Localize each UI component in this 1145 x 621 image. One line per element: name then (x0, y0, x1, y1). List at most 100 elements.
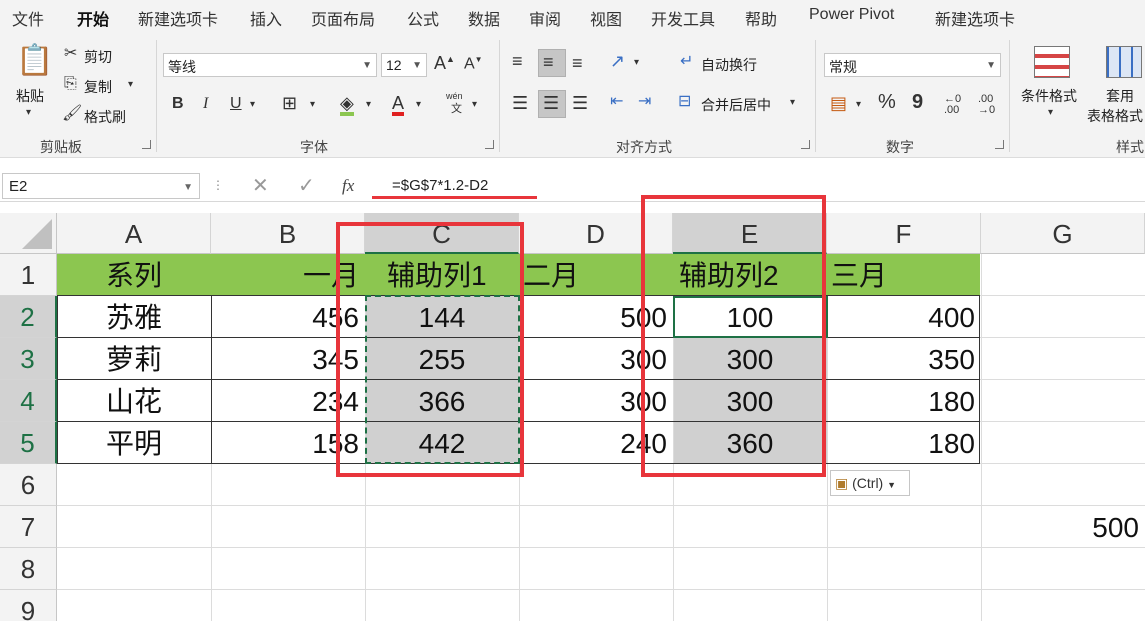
borders-icon[interactable]: ⊞ (282, 94, 297, 112)
dialog-launcher-icon[interactable] (485, 140, 494, 149)
cell-f3[interactable]: 350 (827, 338, 981, 380)
chevron-down-icon[interactable]: ▾ (416, 100, 421, 110)
font-color-icon[interactable]: A (392, 94, 405, 116)
wrap-text-icon[interactable]: ↵ (680, 54, 693, 70)
col-header-g[interactable]: G (981, 213, 1145, 254)
align-top-icon[interactable]: ≡ (512, 52, 523, 70)
table-format-label-1[interactable]: 套用 (1106, 86, 1134, 106)
select-all-button[interactable] (0, 213, 57, 254)
align-right-icon[interactable]: ☰ (572, 94, 588, 112)
increase-decimal-button[interactable]: ←0 .00 (944, 94, 966, 116)
chevron-down-icon[interactable]: ▾ (1048, 108, 1053, 118)
merge-center-icon[interactable]: ⊟ (678, 94, 691, 110)
increase-indent-icon[interactable]: ⇥ (638, 94, 651, 110)
accounting-format-icon[interactable]: ▤ (830, 94, 847, 112)
tab-power-pivot[interactable]: Power Pivot (809, 6, 894, 24)
cell-a2[interactable]: 苏雅 (57, 296, 211, 338)
chevron-down-icon[interactable]: ▾ (366, 100, 371, 110)
bold-button[interactable]: B (172, 96, 184, 112)
row-header-4[interactable]: 4 (0, 380, 57, 422)
row-header-2[interactable]: 2 (0, 296, 57, 338)
tab-file[interactable]: 文件 (12, 6, 44, 30)
row-header-3[interactable]: 3 (0, 338, 57, 380)
decrease-font-icon[interactable]: A▼ (464, 56, 483, 72)
cut-button[interactable]: 剪切 (84, 47, 112, 67)
underline-button[interactable]: U (230, 96, 242, 112)
format-painter-button[interactable]: 格式刷 (84, 107, 126, 127)
conditional-format-button[interactable]: 条件格式 (1021, 86, 1077, 106)
number-format-select[interactable]: 常规 ▼ (824, 53, 1001, 77)
format-painter-icon[interactable]: 🖌 (62, 106, 82, 122)
col-header-a[interactable]: A (57, 213, 211, 254)
scissors-icon[interactable]: ✂ (64, 46, 77, 62)
enter-icon[interactable]: ✓ (298, 176, 315, 196)
chevron-down-icon[interactable]: ▾ (634, 58, 639, 68)
chevron-down-icon[interactable]: ▾ (790, 98, 795, 108)
paste-button[interactable]: 粘贴 (16, 86, 44, 106)
table-format-icon[interactable] (1106, 46, 1142, 78)
insert-function-button[interactable]: fx (342, 177, 354, 194)
dialog-launcher-icon[interactable] (801, 140, 810, 149)
cell-a3[interactable]: 萝莉 (57, 338, 211, 380)
merge-center-button[interactable]: 合并后居中 (701, 95, 771, 115)
row-header-9[interactable]: 9 (0, 590, 57, 621)
increase-font-icon[interactable]: A▲ (434, 54, 455, 72)
tab-help[interactable]: 帮助 (745, 6, 777, 30)
row-header-6[interactable]: 6 (0, 464, 57, 506)
tab-view[interactable]: 视图 (590, 6, 622, 30)
name-box[interactable]: E2 ▼ (2, 173, 200, 199)
chevron-down-icon[interactable]: ▾ (472, 100, 477, 110)
phonetic-icon[interactable]: wén (446, 92, 463, 101)
decrease-decimal-button[interactable]: .00 →0 (978, 94, 1002, 116)
tab-formulas[interactable]: 公式 (407, 6, 439, 30)
row-header-8[interactable]: 8 (0, 548, 57, 590)
row-header-1[interactable]: 1 (0, 254, 57, 296)
tab-new-2[interactable]: 新建选项卡 (935, 6, 1015, 30)
cell-g7[interactable]: 500 (981, 506, 1145, 548)
comma-style-button[interactable]: 9 (912, 92, 923, 112)
conditional-format-icon[interactable] (1034, 46, 1070, 78)
chevron-down-icon[interactable]: ▾ (310, 100, 315, 110)
row-header-5[interactable]: 5 (0, 422, 57, 464)
tab-data[interactable]: 数据 (468, 6, 500, 30)
cell-f5[interactable]: 180 (827, 422, 981, 464)
dialog-launcher-icon[interactable] (142, 140, 151, 149)
orientation-icon[interactable]: ↗ (610, 52, 625, 70)
copy-icon[interactable]: ⎘ (64, 76, 77, 92)
more-options-icon[interactable]: ⋮ (212, 179, 224, 191)
cell-a5[interactable]: 平明 (57, 422, 211, 464)
chevron-down-icon[interactable]: ▾ (250, 100, 255, 110)
wrap-text-button[interactable]: 自动换行 (701, 55, 757, 75)
tab-insert[interactable]: 插入 (250, 6, 282, 30)
cancel-icon[interactable]: ✕ (252, 176, 269, 196)
dialog-launcher-icon[interactable] (995, 140, 1004, 149)
cell-a4[interactable]: 山花 (57, 380, 211, 422)
font-name-select[interactable]: 等线 ▼ (163, 53, 377, 77)
paste-options-button[interactable]: ▣ (Ctrl) ▼ (830, 470, 910, 496)
tab-new-1[interactable]: 新建选项卡 (138, 6, 218, 30)
decrease-indent-icon[interactable]: ⇤ (610, 94, 623, 110)
cell-f2[interactable]: 400 (827, 296, 981, 338)
chevron-down-icon[interactable]: ▾ (128, 80, 133, 90)
tab-developer[interactable]: 开发工具 (651, 6, 715, 30)
tab-page-layout[interactable]: 页面布局 (311, 6, 375, 30)
chevron-down-icon[interactable]: ▾ (26, 108, 31, 118)
formula-input[interactable]: =$G$7*1.2-D2 (392, 177, 488, 194)
copy-button[interactable]: 复制 (84, 77, 112, 97)
row-header-7[interactable]: 7 (0, 506, 57, 548)
align-bottom-icon[interactable]: ≡ (572, 54, 583, 72)
col-header-f[interactable]: F (827, 213, 981, 254)
paste-icon[interactable]: 📋 (16, 46, 53, 76)
tab-home[interactable]: 开始 (77, 6, 109, 37)
chevron-down-icon[interactable]: ▾ (856, 100, 861, 110)
tab-review[interactable]: 审阅 (529, 6, 561, 30)
cell-a1[interactable]: 系列 (57, 254, 211, 296)
align-left-icon[interactable]: ☰ (512, 94, 528, 112)
phonetic-icon[interactable]: 文 (451, 104, 462, 115)
cell-f1[interactable]: 三月 (827, 254, 981, 296)
cell-f4[interactable]: 180 (827, 380, 981, 422)
table-format-label-2[interactable]: 表格格式 (1087, 106, 1143, 126)
fill-color-icon[interactable]: ◈ (340, 94, 354, 116)
percent-style-button[interactable]: % (878, 92, 896, 112)
italic-button[interactable]: I (203, 96, 208, 112)
